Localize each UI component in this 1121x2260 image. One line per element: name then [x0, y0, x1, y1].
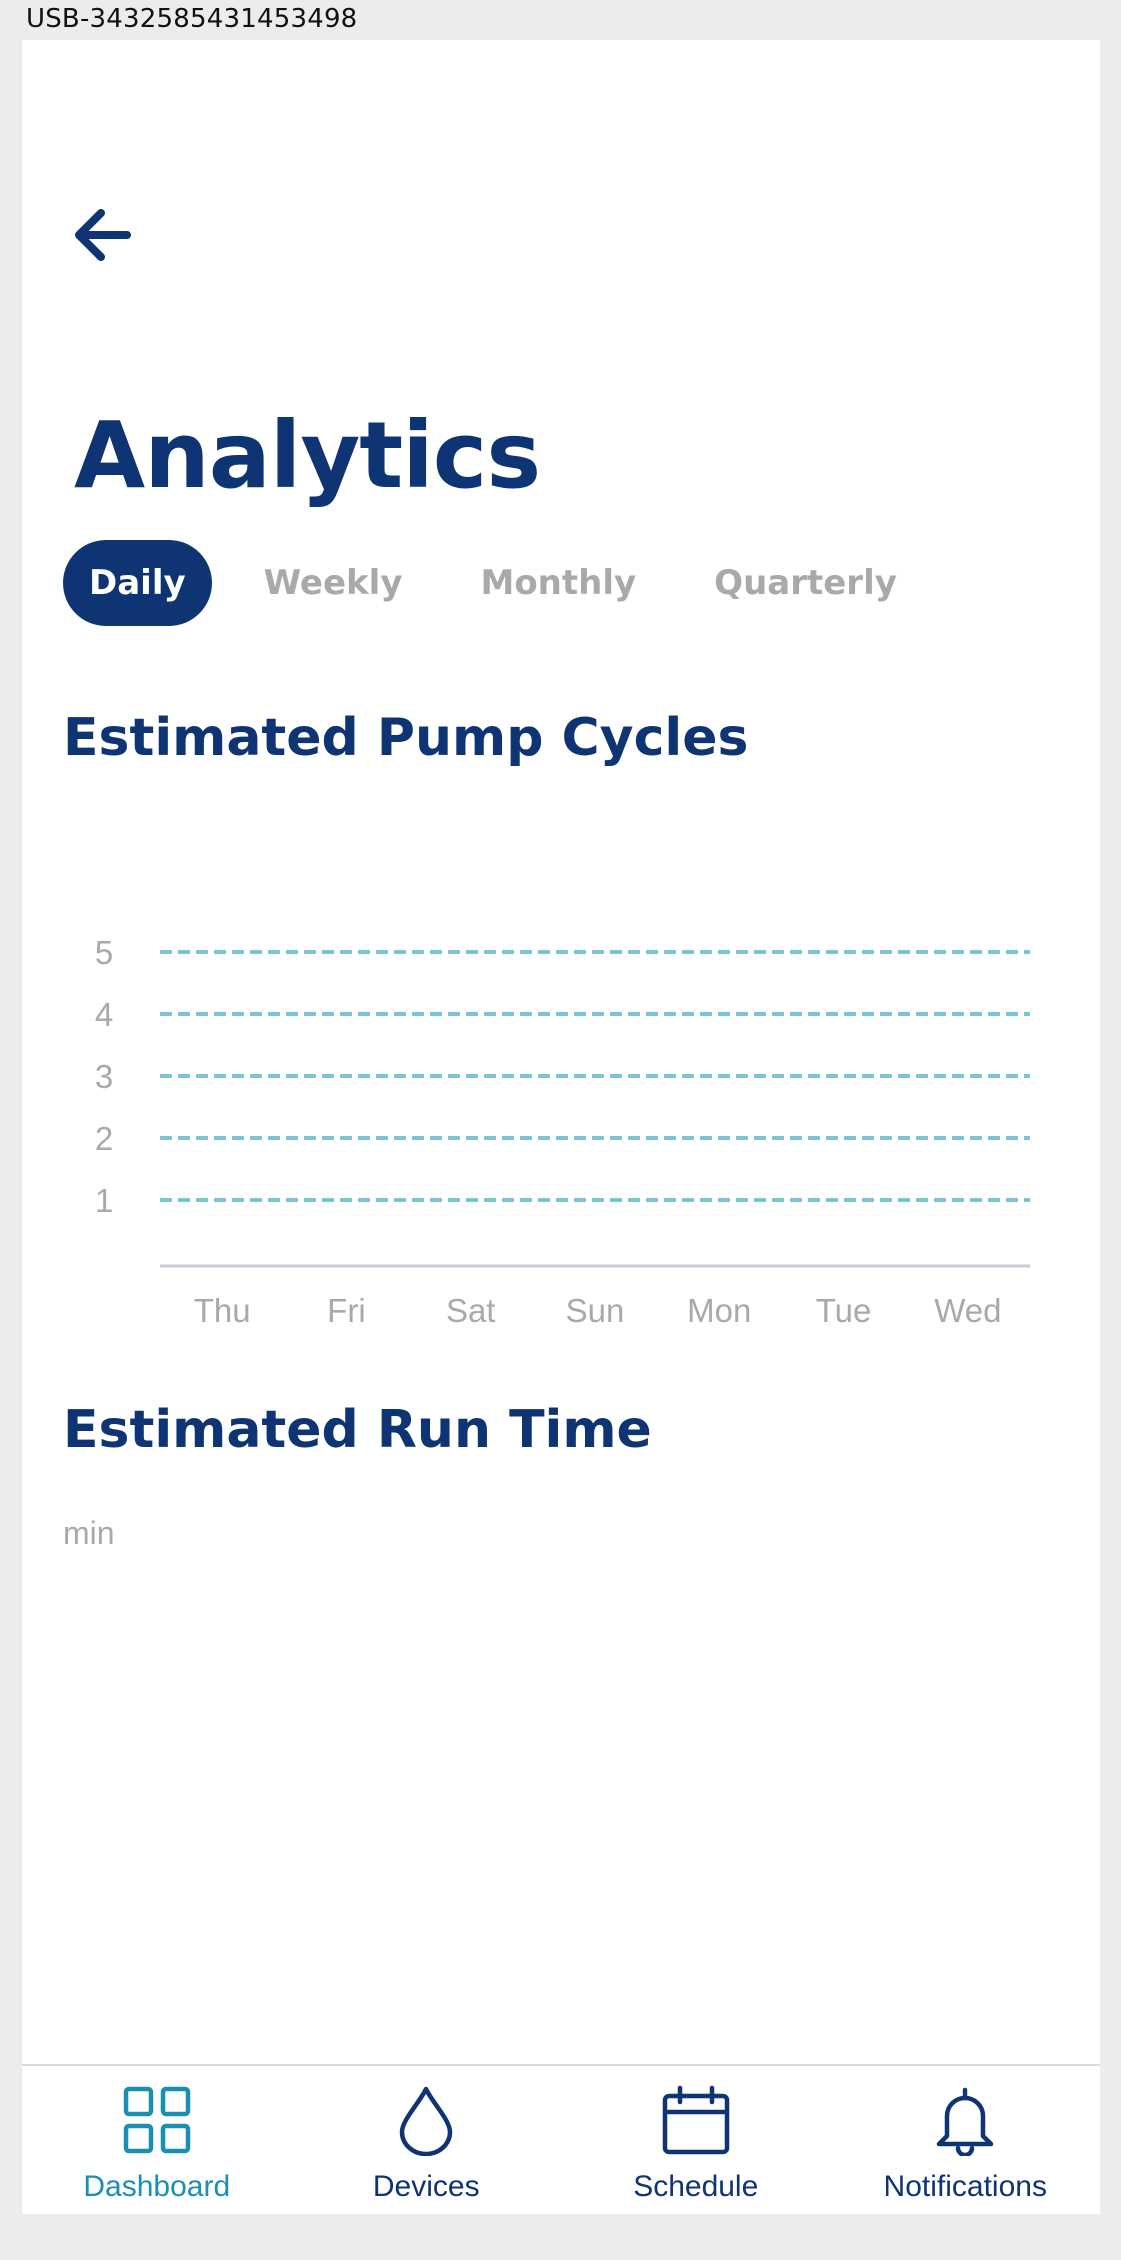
x-tick-label: Mon — [687, 1292, 751, 1329]
nav-devices[interactable]: Devices — [292, 2066, 562, 2214]
y-tick-label: 3 — [95, 1058, 113, 1095]
water-drop-icon — [400, 2086, 453, 2156]
tab-quarterly[interactable]: Quarterly — [688, 540, 923, 626]
x-tick-label: Fri — [327, 1292, 365, 1329]
tab-monthly[interactable]: Monthly — [454, 540, 662, 626]
pump-cycles-title: Estimated Pump Cycles — [63, 708, 749, 768]
back-button[interactable] — [66, 200, 136, 270]
pump-cycles-chart: 1 2 3 4 5 Thu Fri Sat Sun Mon Tue Wed — [22, 860, 1100, 1360]
grid-icon — [123, 2086, 190, 2154]
period-tabs: Daily Weekly Monthly Quarterly — [63, 540, 949, 626]
run-time-title: Estimated Run Time — [63, 1400, 652, 1460]
page-title: Analytics — [74, 402, 541, 509]
tab-weekly[interactable]: Weekly — [238, 540, 429, 626]
run-time-unit-label: min — [63, 1515, 115, 1551]
y-tick-label: 1 — [95, 1182, 113, 1219]
nav-schedule-label: Schedule — [633, 2170, 759, 2203]
nav-schedule[interactable]: Schedule — [561, 2066, 831, 2214]
y-tick-label: 4 — [95, 996, 113, 1033]
nav-dashboard-label: Dashboard — [83, 2170, 231, 2203]
nav-devices-label: Devices — [372, 2170, 480, 2203]
tab-daily[interactable]: Daily — [63, 540, 212, 626]
x-tick-label: Thu — [194, 1292, 251, 1329]
bottom-nav: Dashboard Devices Schedule Notifications — [22, 2064, 1100, 2214]
arrow-left-icon — [75, 209, 131, 261]
bell-icon — [937, 2087, 994, 2156]
calendar-icon — [662, 2085, 729, 2155]
x-tick-label: Sun — [566, 1292, 625, 1329]
pump-cycles-chart-svg: 1 2 3 4 5 Thu Fri Sat Sun Mon Tue Wed — [95, 934, 1030, 1329]
y-tick-label: 5 — [95, 934, 113, 971]
nav-notifications-label: Notifications — [883, 2170, 1047, 2203]
x-tick-label: Tue — [816, 1292, 872, 1329]
window-title: USB-3432585431453498 — [26, 4, 358, 34]
nav-notifications[interactable]: Notifications — [831, 2066, 1101, 2214]
app-screen: Analytics Daily Weekly Monthly Quarterly… — [22, 40, 1100, 2214]
nav-dashboard[interactable]: Dashboard — [22, 2066, 292, 2214]
y-tick-label: 2 — [95, 1120, 113, 1157]
x-tick-label: Wed — [934, 1292, 1001, 1329]
x-tick-label: Sat — [446, 1292, 496, 1329]
